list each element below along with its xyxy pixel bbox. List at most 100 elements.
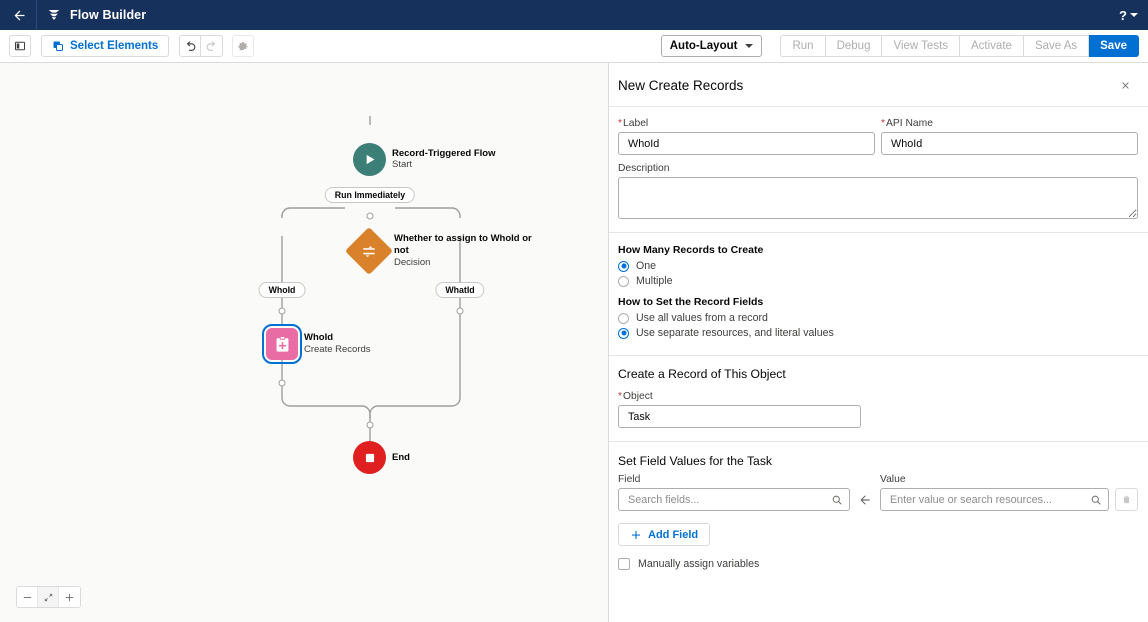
radio-indicator (618, 327, 629, 339)
body: Record-Triggered Flow Start Run Immediat… (0, 63, 1148, 622)
pill-branch-whoid[interactable]: WhoId (258, 282, 306, 298)
header-divider (36, 0, 37, 30)
radio-one-label: One (636, 260, 657, 272)
connector-add-dot[interactable] (366, 212, 374, 220)
connector-add-dot[interactable] (278, 307, 286, 315)
panel-record-options-section: How Many Records to Create One Multiple … (609, 233, 1148, 356)
value-search-wrap (879, 488, 1109, 511)
pill-run-immediately[interactable]: Run Immediately (324, 187, 416, 203)
panel-basic-info-section: *Label *API Name Description (609, 107, 1148, 233)
value-search-input[interactable] (879, 488, 1109, 511)
select-elements-button[interactable]: Select Elements (41, 35, 170, 57)
zoom-out-button[interactable] (17, 587, 38, 607)
zoom-in-button[interactable] (59, 587, 80, 607)
object-input[interactable] (618, 405, 861, 428)
label-apiname-row: *Label *API Name (618, 118, 1138, 155)
decision-node-diamond[interactable] (344, 226, 394, 276)
start-node-subtitle: Start (392, 159, 413, 171)
field-search-input[interactable] (618, 488, 850, 511)
end-node-title: End (392, 451, 410, 463)
connector-add-dot[interactable] (456, 307, 464, 315)
flow-node-decision[interactable]: Whether to assign to WhoId or not Decisi… (344, 226, 532, 276)
trash-icon (1123, 495, 1130, 504)
zoom-controls (16, 586, 81, 608)
field-column: Field (618, 474, 850, 511)
gear-icon (238, 42, 248, 51)
action-button-group: Run Debug View Tests Activate Save As Sa… (780, 35, 1139, 57)
undo-icon (186, 40, 196, 51)
how-many-records-title: How Many Records to Create (618, 244, 764, 256)
debug-button[interactable]: Debug (825, 35, 883, 57)
activate-button[interactable]: Activate (960, 35, 1024, 57)
play-icon (366, 154, 375, 165)
api-name-input[interactable] (881, 132, 1138, 155)
manually-assign-variables-row[interactable]: Manually assign variables (618, 558, 1148, 570)
flow-canvas[interactable]: Record-Triggered Flow Start Run Immediat… (0, 63, 609, 622)
create-records-node-tile[interactable] (262, 324, 302, 364)
back-button[interactable] (6, 2, 32, 28)
manually-assign-variables-label: Manually assign variables (638, 558, 760, 570)
flow-settings-button[interactable] (232, 35, 255, 57)
toolbar-right-actions: Auto-Layout Run Debug View Tests Activat… (660, 35, 1139, 57)
object-label-text: Object (623, 391, 653, 402)
close-icon (1121, 81, 1129, 89)
api-name-field-label: *API Name (881, 118, 1138, 129)
end-node-label: End (392, 452, 410, 464)
fit-to-view-button[interactable] (38, 587, 59, 607)
create-records-node-title: WhoId (304, 332, 334, 344)
radio-use-all-values[interactable]: Use all values from a record (618, 312, 1138, 324)
chevron-down-icon (1130, 13, 1138, 17)
description-field-group: Description (618, 163, 1138, 219)
toggle-left-panel-button[interactable] (9, 35, 31, 57)
view-tests-button[interactable]: View Tests (882, 35, 961, 57)
radio-use-all-values-label: Use all values from a record (636, 312, 768, 324)
app-header: Flow Builder ? (0, 0, 1148, 30)
flow-node-end[interactable]: End (353, 441, 410, 474)
flow-node-create-records[interactable]: WhoId Create Records (262, 324, 371, 364)
start-node-label: Record-Triggered Flow Start (392, 148, 495, 172)
help-label: ? (1119, 7, 1127, 23)
assign-direction-arrow (856, 488, 874, 511)
object-section-heading: Create a Record of This Object (618, 367, 786, 381)
radio-use-separate-resources[interactable]: Use separate resources, and literal valu… (618, 327, 1138, 339)
flow-node-start[interactable]: Record-Triggered Flow Start (353, 143, 495, 176)
flow-diagram: Record-Triggered Flow Start Run Immediat… (0, 63, 608, 622)
label-input[interactable] (618, 132, 875, 155)
required-marker: * (881, 118, 886, 129)
delete-field-row-button[interactable] (1115, 488, 1138, 511)
create-records-node-subtitle: Create Records (304, 344, 371, 355)
field-search-wrap (618, 488, 850, 511)
decision-node-title: Whether to assign to WhoId or not (394, 233, 532, 257)
connector-add-dot[interactable] (278, 379, 286, 387)
layout-mode-select[interactable]: Auto-Layout (660, 35, 763, 57)
pill-branch-whatid[interactable]: WhatId (435, 282, 485, 298)
select-elements-label: Select Elements (70, 40, 159, 52)
radio-multiple[interactable]: Multiple (618, 275, 1138, 287)
field-value-row: Field Value (609, 468, 1148, 511)
undo-button[interactable] (179, 35, 202, 57)
create-records-panel: New Create Records *Label *API Name (609, 63, 1148, 622)
save-as-button[interactable]: Save As (1023, 35, 1090, 57)
arrow-left-icon (14, 10, 24, 20)
radio-indicator (618, 312, 629, 324)
label-field-label: *Label (618, 118, 875, 129)
radio-indicator (618, 260, 629, 272)
save-button[interactable]: Save (1089, 35, 1139, 57)
create-records-node-label: WhoId Create Records (304, 332, 371, 356)
start-node-circle[interactable] (353, 143, 386, 176)
manually-assign-variables-checkbox[interactable] (618, 558, 630, 570)
add-field-label: Add Field (648, 528, 699, 541)
help-button[interactable]: ? (1119, 8, 1138, 23)
run-button[interactable]: Run (780, 35, 826, 57)
layout-mode-label: Auto-Layout (669, 40, 738, 52)
object-field-group: *Object (609, 383, 871, 428)
close-panel-button[interactable] (1116, 76, 1134, 94)
fit-to-view-icon (44, 593, 52, 601)
connector-add-dot[interactable] (366, 421, 374, 429)
end-node-circle[interactable] (353, 441, 386, 474)
flow-builder-logo-icon (46, 7, 62, 23)
radio-one[interactable]: One (618, 260, 1138, 272)
description-textarea[interactable] (618, 177, 1138, 219)
redo-button[interactable] (201, 35, 224, 57)
add-field-button[interactable]: Add Field (618, 523, 711, 546)
